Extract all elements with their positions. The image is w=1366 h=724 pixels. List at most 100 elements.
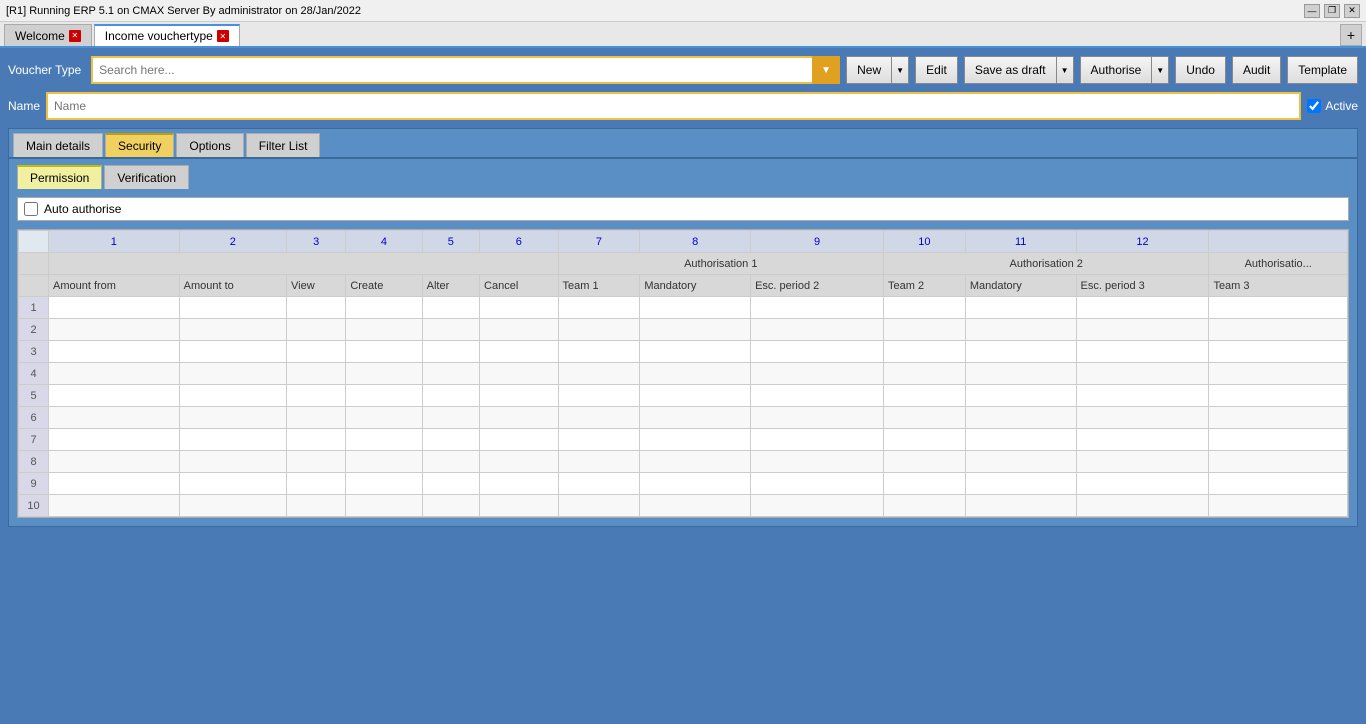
table-cell[interactable] bbox=[179, 319, 286, 341]
table-cell[interactable] bbox=[883, 341, 965, 363]
table-cell[interactable] bbox=[640, 451, 751, 473]
table-cell[interactable] bbox=[965, 451, 1076, 473]
table-cell[interactable] bbox=[883, 297, 965, 319]
table-cell[interactable] bbox=[422, 429, 479, 451]
table-cell[interactable] bbox=[558, 319, 640, 341]
table-cell[interactable] bbox=[480, 319, 559, 341]
table-cell[interactable] bbox=[640, 429, 751, 451]
table-cell[interactable] bbox=[287, 495, 346, 517]
table-cell[interactable] bbox=[1076, 385, 1209, 407]
table-cell[interactable] bbox=[883, 385, 965, 407]
table-cell[interactable] bbox=[422, 363, 479, 385]
table-cell[interactable] bbox=[558, 473, 640, 495]
table-cell[interactable] bbox=[640, 319, 751, 341]
table-cell[interactable] bbox=[49, 297, 180, 319]
table-cell[interactable] bbox=[480, 407, 559, 429]
table-cell[interactable] bbox=[883, 495, 965, 517]
table-cell[interactable] bbox=[1209, 451, 1348, 473]
table-cell[interactable] bbox=[49, 385, 180, 407]
voucher-type-dropdown-button[interactable] bbox=[812, 56, 840, 84]
undo-button[interactable]: Undo bbox=[1175, 56, 1226, 84]
table-cell[interactable] bbox=[640, 363, 751, 385]
table-cell[interactable] bbox=[640, 495, 751, 517]
table-cell[interactable] bbox=[883, 407, 965, 429]
table-cell[interactable] bbox=[965, 297, 1076, 319]
table-cell[interactable] bbox=[422, 473, 479, 495]
table-cell[interactable] bbox=[179, 451, 286, 473]
table-cell[interactable] bbox=[49, 495, 180, 517]
table-cell[interactable] bbox=[558, 341, 640, 363]
table-cell[interactable] bbox=[558, 451, 640, 473]
minimize-button[interactable]: — bbox=[1304, 4, 1320, 18]
tab-welcome[interactable]: Welcome ✕ bbox=[4, 24, 92, 46]
table-cell[interactable] bbox=[751, 429, 884, 451]
table-cell[interactable] bbox=[480, 363, 559, 385]
table-cell[interactable] bbox=[480, 495, 559, 517]
audit-button[interactable]: Audit bbox=[1232, 56, 1281, 84]
table-cell[interactable] bbox=[480, 473, 559, 495]
table-cell[interactable] bbox=[751, 451, 884, 473]
table-cell[interactable] bbox=[965, 495, 1076, 517]
table-cell[interactable] bbox=[179, 385, 286, 407]
table-cell[interactable] bbox=[751, 297, 884, 319]
table-cell[interactable] bbox=[1076, 407, 1209, 429]
table-cell[interactable] bbox=[346, 407, 422, 429]
table-cell[interactable] bbox=[422, 297, 479, 319]
table-cell[interactable] bbox=[422, 495, 479, 517]
table-cell[interactable] bbox=[287, 363, 346, 385]
table-cell[interactable] bbox=[179, 407, 286, 429]
sub-tab-permission[interactable]: Permission bbox=[17, 165, 102, 189]
table-cell[interactable] bbox=[1076, 341, 1209, 363]
tab-options[interactable]: Options bbox=[176, 133, 243, 157]
table-cell[interactable] bbox=[883, 319, 965, 341]
table-cell[interactable] bbox=[179, 297, 286, 319]
restore-button[interactable]: ❐ bbox=[1324, 4, 1340, 18]
table-cell[interactable] bbox=[1076, 429, 1209, 451]
table-cell[interactable] bbox=[422, 451, 479, 473]
edit-button[interactable]: Edit bbox=[915, 56, 958, 84]
table-cell[interactable] bbox=[179, 473, 286, 495]
table-cell[interactable] bbox=[965, 319, 1076, 341]
table-cell[interactable] bbox=[422, 341, 479, 363]
table-cell[interactable] bbox=[179, 429, 286, 451]
table-cell[interactable] bbox=[480, 385, 559, 407]
new-button-arrow[interactable]: ▼ bbox=[891, 56, 909, 84]
table-cell[interactable] bbox=[1209, 429, 1348, 451]
table-cell[interactable] bbox=[346, 319, 422, 341]
table-cell[interactable] bbox=[965, 407, 1076, 429]
table-cell[interactable] bbox=[1209, 407, 1348, 429]
table-cell[interactable] bbox=[883, 451, 965, 473]
table-cell[interactable] bbox=[422, 407, 479, 429]
new-button[interactable]: New bbox=[846, 56, 891, 84]
permission-grid[interactable]: 1 2 3 4 5 6 7 8 9 10 11 12 bbox=[17, 229, 1349, 518]
table-cell[interactable] bbox=[480, 297, 559, 319]
table-cell[interactable] bbox=[751, 385, 884, 407]
table-cell[interactable] bbox=[1076, 319, 1209, 341]
table-cell[interactable] bbox=[640, 297, 751, 319]
table-cell[interactable] bbox=[965, 385, 1076, 407]
table-cell[interactable] bbox=[287, 451, 346, 473]
tab-welcome-close[interactable]: ✕ bbox=[69, 30, 81, 42]
voucher-type-search-input[interactable] bbox=[91, 56, 840, 84]
table-cell[interactable] bbox=[179, 363, 286, 385]
table-cell[interactable] bbox=[1209, 473, 1348, 495]
table-cell[interactable] bbox=[1209, 495, 1348, 517]
table-cell[interactable] bbox=[640, 407, 751, 429]
table-cell[interactable] bbox=[49, 319, 180, 341]
tab-income-vouchertype[interactable]: Income vouchertype ✕ bbox=[94, 24, 240, 46]
table-cell[interactable] bbox=[49, 429, 180, 451]
table-cell[interactable] bbox=[287, 341, 346, 363]
table-cell[interactable] bbox=[49, 451, 180, 473]
table-cell[interactable] bbox=[751, 341, 884, 363]
table-cell[interactable] bbox=[346, 429, 422, 451]
authorise-button-arrow[interactable]: ▼ bbox=[1151, 56, 1169, 84]
table-cell[interactable] bbox=[1076, 297, 1209, 319]
table-cell[interactable] bbox=[883, 363, 965, 385]
table-cell[interactable] bbox=[1076, 363, 1209, 385]
table-cell[interactable] bbox=[287, 429, 346, 451]
table-cell[interactable] bbox=[640, 385, 751, 407]
table-cell[interactable] bbox=[751, 363, 884, 385]
table-cell[interactable] bbox=[1209, 319, 1348, 341]
tab-main-details[interactable]: Main details bbox=[13, 133, 103, 157]
table-cell[interactable] bbox=[1209, 385, 1348, 407]
